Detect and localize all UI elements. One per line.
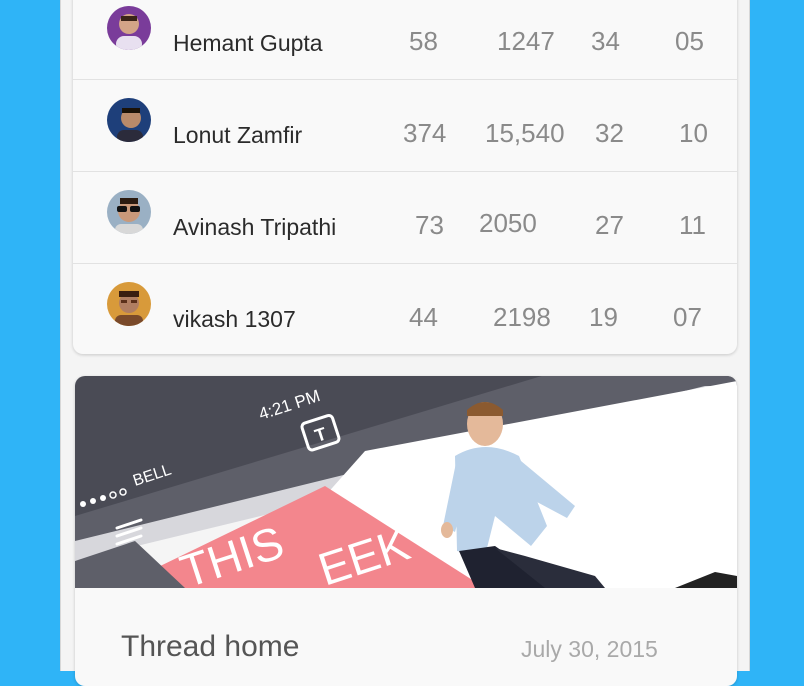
player-name: Hemant Gupta xyxy=(173,30,323,56)
table-row[interactable]: Avinash Tripathi 73 2050 27 11 xyxy=(73,172,737,264)
stat-value: 27 xyxy=(595,210,624,240)
app-frame: Hemant Gupta 58 1247 34 05 Lonut Zamfir xyxy=(8,0,796,686)
player-name: Avinash Tripathi xyxy=(173,214,337,240)
post-card[interactable]: BELL 4:21 PM T THIS EEK Thread home July… xyxy=(75,376,737,686)
user-avatar-icon[interactable] xyxy=(107,98,151,142)
stat-value: 32 xyxy=(595,118,624,148)
stat-value: 44 xyxy=(409,302,438,332)
phone-screen: Hemant Gupta 58 1247 34 05 Lonut Zamfir xyxy=(60,0,750,686)
post-thumbnail-image[interactable]: BELL 4:21 PM T THIS EEK xyxy=(75,376,737,588)
stat-value: 58 xyxy=(409,26,438,56)
stat-value: 15,540 xyxy=(485,118,565,148)
stat-value: 1247 xyxy=(497,26,555,56)
player-name: Lonut Zamfir xyxy=(173,122,303,148)
user-avatar-icon[interactable] xyxy=(107,6,151,50)
user-avatar-icon[interactable] xyxy=(107,282,151,326)
stat-value: 10 xyxy=(679,118,708,148)
stat-value: 73 xyxy=(415,210,444,240)
stat-value: 05 xyxy=(675,26,704,56)
stat-value: 2198 xyxy=(493,302,551,332)
stat-value: 07 xyxy=(673,302,702,332)
stat-value: 11 xyxy=(679,210,706,240)
user-avatar-icon[interactable] xyxy=(107,190,151,234)
stat-value: 374 xyxy=(403,118,447,148)
post-title[interactable]: Thread home xyxy=(121,630,299,664)
post-date: July 30, 2015 xyxy=(521,636,658,662)
stat-value: 34 xyxy=(591,26,620,56)
leaderboard-card: Hemant Gupta 58 1247 34 05 Lonut Zamfir xyxy=(73,0,737,354)
table-row[interactable]: Hemant Gupta 58 1247 34 05 xyxy=(73,0,737,80)
table-row[interactable]: vikash 1307 44 2198 19 07 xyxy=(73,264,737,354)
player-name: vikash 1307 xyxy=(173,306,296,332)
stat-value: 19 xyxy=(589,302,618,332)
stat-value: 2050 xyxy=(479,208,537,238)
table-row[interactable]: Lonut Zamfir 374 15,540 32 10 xyxy=(73,80,737,172)
